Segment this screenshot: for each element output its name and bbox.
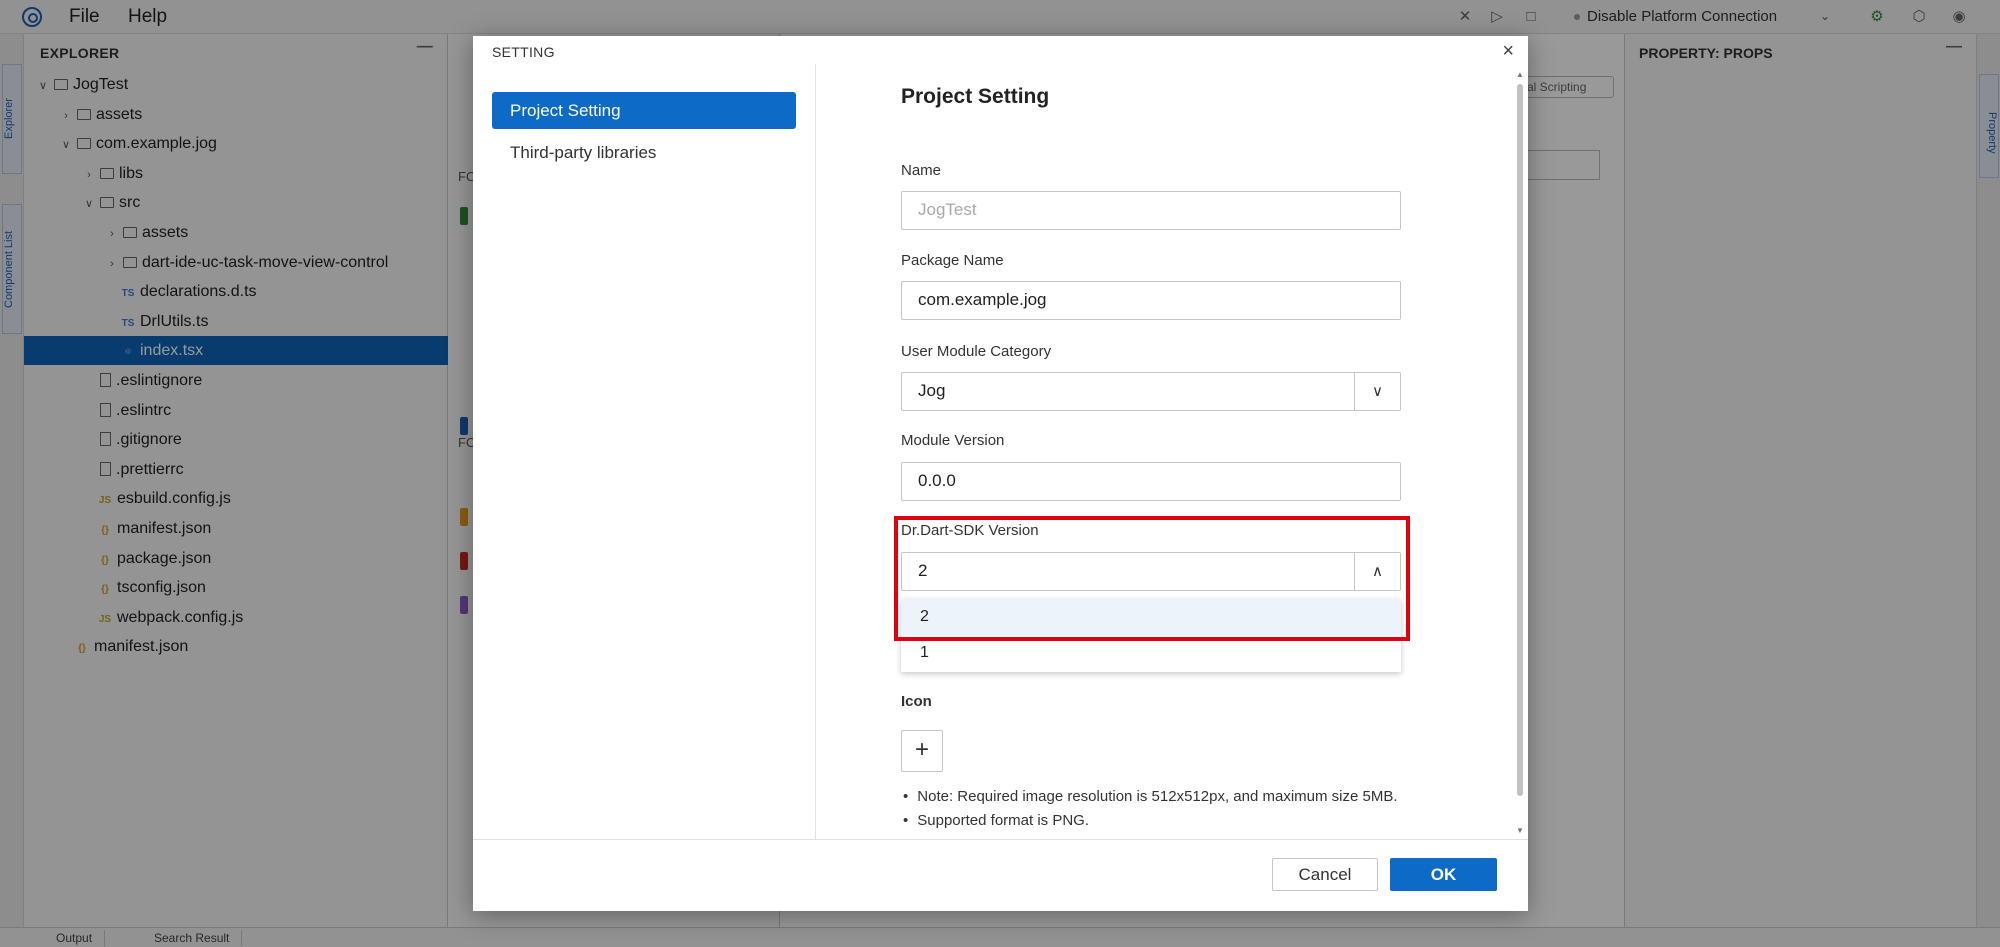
- cancel-button[interactable]: Cancel: [1272, 858, 1378, 891]
- nav-third-party-libraries[interactable]: Third-party libraries: [492, 134, 796, 171]
- note-format: Supported format is PNG.: [903, 812, 1089, 829]
- dialog-footer-divider: [473, 839, 1528, 840]
- category-label: User Module Category: [901, 343, 1052, 360]
- scrollbar-thumb[interactable]: [1517, 84, 1523, 796]
- dialog-title: SETTING: [492, 44, 555, 60]
- icon-label: Icon: [901, 693, 932, 710]
- scroll-down-icon[interactable]: ▼: [1515, 826, 1525, 835]
- note-resolution: Note: Required image resolution is 512x5…: [903, 788, 1397, 805]
- settings-dialog: SETTING × Project Setting Third-party li…: [473, 36, 1528, 911]
- module-version-label: Module Version: [901, 432, 1005, 449]
- highlight-box: [894, 516, 1410, 641]
- dialog-scrollbar[interactable]: ▲ ▼: [1515, 70, 1525, 836]
- close-icon[interactable]: ×: [1502, 40, 1514, 63]
- content-heading: Project Setting: [901, 85, 1050, 108]
- package-name-field[interactable]: com.example.jog: [901, 281, 1401, 320]
- scroll-up-icon[interactable]: ▲: [1515, 70, 1525, 79]
- name-field: JogTest: [901, 191, 1401, 230]
- add-icon-button[interactable]: +: [901, 730, 943, 772]
- category-select[interactable]: Jog ∨: [901, 372, 1401, 411]
- nav-project-setting[interactable]: Project Setting: [492, 92, 796, 129]
- package-name-label: Package Name: [901, 252, 1004, 269]
- dialog-nav: Project Setting Third-party libraries: [473, 64, 816, 840]
- chevron-down-icon[interactable]: ∨: [1354, 373, 1400, 410]
- ok-button[interactable]: OK: [1390, 858, 1497, 891]
- name-label: Name: [901, 162, 942, 179]
- category-value: Jog: [918, 381, 946, 400]
- module-version-field[interactable]: 0.0.0: [901, 462, 1401, 501]
